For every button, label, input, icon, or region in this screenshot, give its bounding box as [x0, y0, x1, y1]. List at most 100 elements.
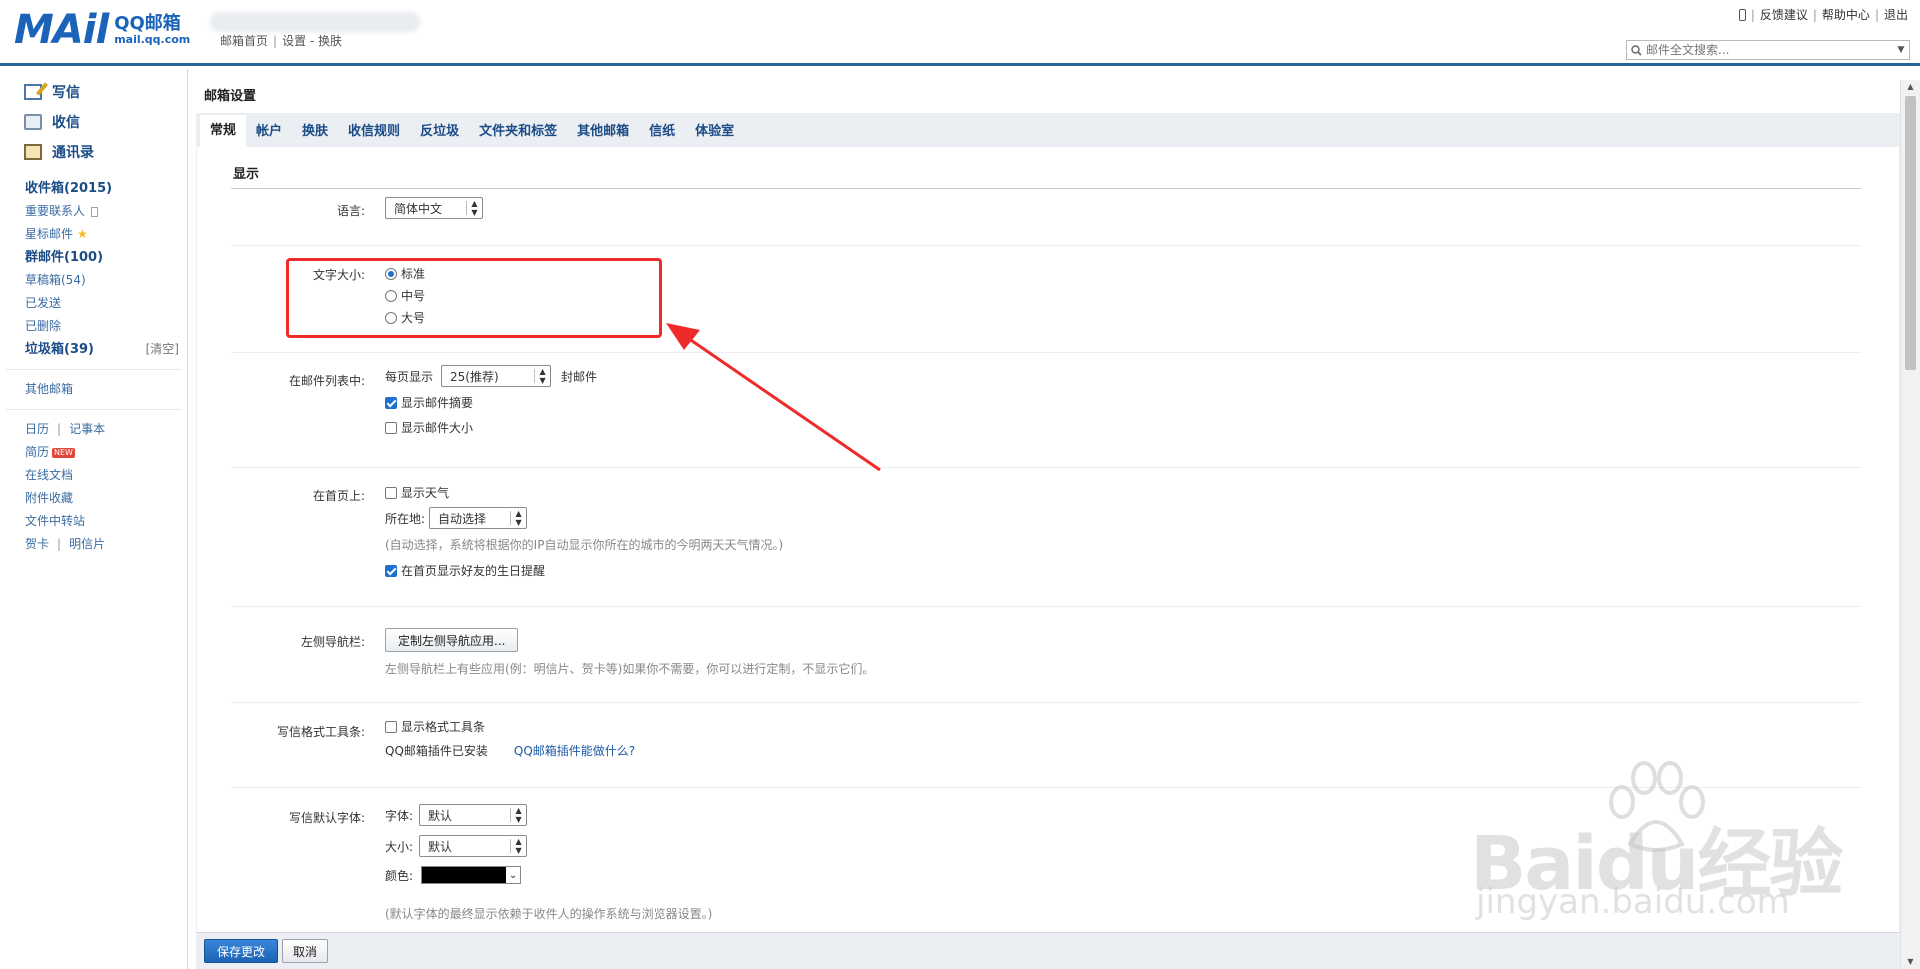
show-size-checkbox[interactable] — [385, 421, 397, 434]
select-arrow-icon: ▲ ▼ — [466, 199, 482, 217]
folder-sent[interactable]: 已发送 — [0, 292, 187, 315]
row-divider — [231, 352, 1861, 353]
file-transfer-link[interactable]: 文件中转站 — [0, 510, 187, 533]
inbox-icon — [24, 114, 42, 130]
home-link[interactable]: 邮箱首页 — [220, 34, 268, 48]
location-value: 自动选择 — [438, 511, 487, 526]
sidebar-divider — [6, 409, 181, 410]
help-center-link[interactable]: 帮助中心 — [1822, 6, 1870, 23]
per-page-select[interactable]: 25(推荐) ▲ ▼ — [441, 365, 552, 387]
plugin-info-link[interactable]: QQ邮箱插件能做什么? — [514, 742, 635, 759]
card-row: 贺卡 | 明信片 — [0, 533, 187, 556]
star-icon: ★ — [77, 227, 88, 241]
tab-lab[interactable]: 体验室 — [685, 117, 744, 147]
annotation-arrow-icon — [666, 323, 881, 472]
cancel-button[interactable]: 取消 — [282, 939, 329, 963]
qq-mail-logo[interactable]: MAil QQ邮箱 mail.qq.com — [14, 10, 190, 50]
location-select[interactable]: 自动选择 ▲ ▼ — [429, 507, 528, 529]
row-divider — [231, 702, 1861, 703]
show-summary-checkbox[interactable] — [385, 396, 397, 409]
scroll-thumb[interactable] — [1905, 96, 1916, 370]
settings-footer: 保存更改 取消 — [196, 932, 1900, 969]
per-page-prefix: 每页显示 — [385, 369, 434, 384]
language-select[interactable]: 简体中文 ▲ ▼ — [385, 197, 483, 219]
empty-spam-link[interactable]: [清空] — [146, 338, 179, 361]
calendar-link[interactable]: 日历 — [25, 418, 49, 441]
top-header: MAil QQ邮箱 mail.qq.com 邮箱首页 | 设置 - 换肤 | 反馈建… — [0, 0, 1920, 66]
font-family-select[interactable]: 默认 ▲ ▼ — [419, 804, 528, 826]
color-swatch — [422, 867, 507, 883]
save-button[interactable]: 保存更改 — [204, 939, 279, 963]
show-weather-checkbox[interactable] — [385, 486, 397, 499]
tab-stationery[interactable]: 信纸 — [639, 117, 685, 147]
postcard-link[interactable]: 明信片 — [69, 533, 105, 556]
folder-drafts[interactable]: 草稿箱(54) — [0, 269, 187, 292]
logout-link[interactable]: 退出 — [1884, 6, 1908, 23]
online-docs-link[interactable]: 在线文档 — [0, 464, 187, 487]
section-title: 显示 — [233, 167, 260, 182]
birthday-option[interactable]: 在首页显示好友的生日提醒 — [385, 562, 545, 579]
greeting-card-link[interactable]: 贺卡 — [25, 533, 49, 556]
default-font-hint: (默认字体的最终显示依赖于收件人的操作系统与浏览器设置。) — [385, 907, 713, 921]
location-label: 所在地: — [385, 511, 426, 526]
top-links: | 反馈建议 | 帮助中心 | 退出 — [1738, 6, 1908, 23]
folder-label: 收件箱(2015) — [25, 181, 113, 196]
folder-label: 群邮件(100) — [25, 250, 104, 265]
search-dropdown-icon[interactable]: ▼ — [1893, 45, 1909, 55]
show-toolbar-label: 显示格式工具条 — [401, 720, 486, 734]
toolbar-label: 写信格式工具条: — [276, 725, 365, 739]
birthday-checkbox[interactable] — [385, 564, 397, 577]
other-mailbox-link[interactable]: 其他邮箱 — [0, 378, 187, 401]
folder-important-contacts[interactable]: 重要联系人 — [0, 200, 187, 223]
customize-nav-button[interactable]: 定制左侧导航应用... — [385, 628, 519, 652]
select-arrow-icon: ▲ ▼ — [510, 837, 526, 855]
font-family-label: 字体: — [385, 808, 414, 823]
font-size-default-select[interactable]: 默认 ▲ ▼ — [419, 835, 528, 857]
show-toolbar-option[interactable]: 显示格式工具条 — [385, 718, 485, 735]
phone-icon[interactable] — [1738, 8, 1746, 21]
attachments-label: 附件收藏 — [25, 491, 74, 505]
folder-label: 已发送 — [25, 296, 62, 310]
tab-other-mailbox[interactable]: 其他邮箱 — [567, 117, 639, 147]
receive-button[interactable]: 收信 — [0, 107, 187, 137]
show-toolbar-checkbox[interactable] — [385, 720, 397, 733]
tab-folders-labels[interactable]: 文件夹和标签 — [469, 117, 567, 147]
file-transfer-label: 文件中转站 — [25, 514, 86, 528]
folder-inbox[interactable]: 收件箱(2015) — [0, 177, 187, 200]
left-sidebar: 写信 收信 通讯录 收件箱(2015) 重要联系人 星标邮件 ★ 群邮件(100)… — [0, 69, 188, 969]
row-divider — [231, 245, 1861, 246]
font-family-value: 默认 — [428, 808, 453, 823]
show-summary-option[interactable]: 显示邮件摘要 — [385, 394, 473, 411]
font-color-label: 颜色: — [385, 868, 414, 883]
contacts-button[interactable]: 通讯录 — [0, 137, 187, 167]
font-color-picker[interactable]: ⌄ — [421, 866, 522, 884]
tab-account[interactable]: 帐户 — [246, 117, 292, 147]
show-summary-label: 显示邮件摘要 — [401, 396, 474, 410]
settings-link[interactable]: 设置 — [282, 34, 306, 48]
show-size-option[interactable]: 显示邮件大小 — [385, 419, 473, 436]
left-nav-hint: 左侧导航栏上有些应用(例：明信片、贺卡等)如果你不需要，你可以进行定制，不显示它… — [385, 662, 875, 676]
attachments-link[interactable]: 附件收藏 — [0, 487, 187, 510]
page-scrollbar[interactable]: ▲ ▼ — [1900, 80, 1920, 969]
folder-starred[interactable]: 星标邮件 ★ — [0, 223, 187, 246]
skin-link[interactable]: 换肤 — [318, 34, 342, 48]
scroll-down-icon[interactable]: ▼ — [1901, 955, 1920, 969]
write-icon — [24, 84, 42, 100]
folder-deleted[interactable]: 已删除 — [0, 315, 187, 338]
folder-group-mail[interactable]: 群邮件(100) — [0, 246, 187, 269]
birthday-label: 在首页显示好友的生日提醒 — [401, 564, 546, 578]
notes-link[interactable]: 记事本 — [69, 418, 105, 441]
compose-button[interactable]: 写信 — [0, 77, 187, 107]
show-weather-option[interactable]: 显示天气 — [385, 484, 449, 501]
folder-spam[interactable]: 垃圾箱(39) [清空] — [0, 338, 187, 361]
tab-general[interactable]: 常规 — [200, 115, 247, 147]
tab-rules[interactable]: 收信规则 — [338, 117, 410, 147]
contacts-label: 通讯录 — [52, 145, 94, 161]
resume-link[interactable]: 简历 NEW — [0, 441, 187, 464]
tab-skin[interactable]: 换肤 — [292, 117, 338, 147]
tab-anti-spam[interactable]: 反垃圾 — [410, 117, 469, 147]
search-input[interactable] — [1646, 43, 1893, 57]
other-mailbox-label: 其他邮箱 — [25, 382, 74, 396]
feedback-link[interactable]: 反馈建议 — [1760, 6, 1808, 23]
scroll-up-icon[interactable]: ▲ — [1901, 80, 1920, 94]
